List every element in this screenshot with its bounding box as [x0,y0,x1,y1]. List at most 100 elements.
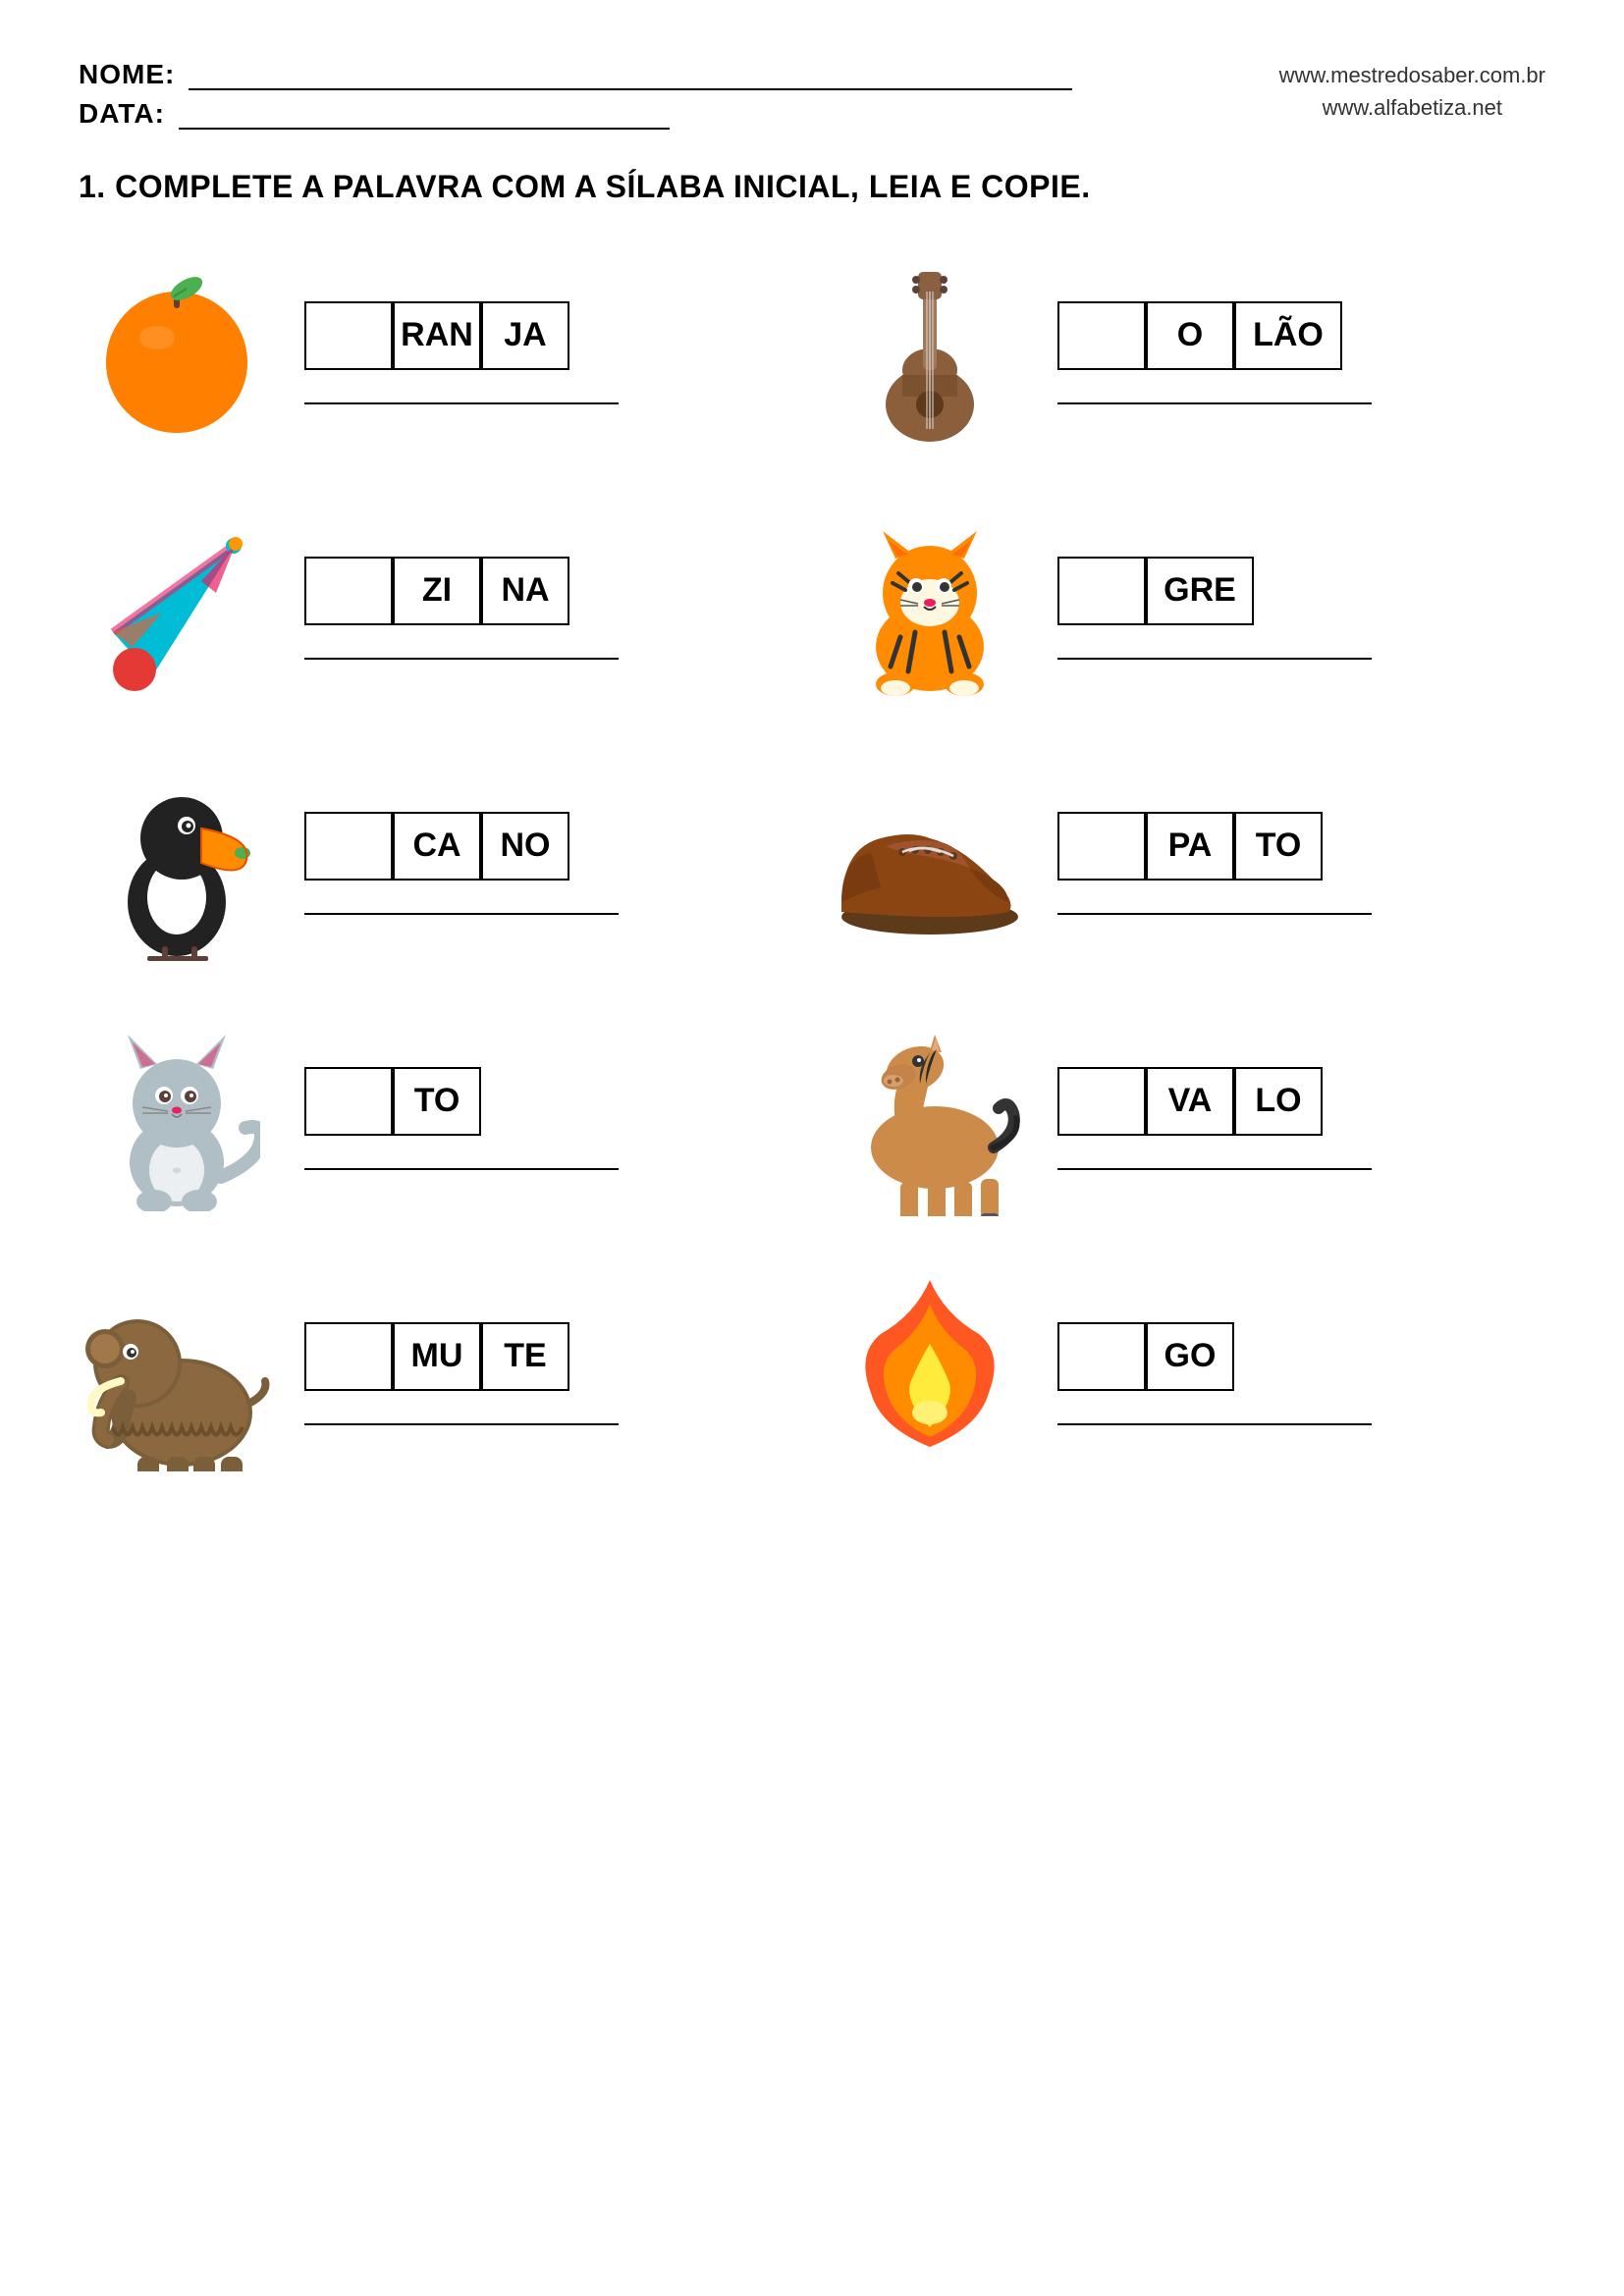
website-info: www.mestredosaber.com.br www.alfabetiza.… [1279,59,1545,124]
orange-box-empty[interactable] [304,301,393,370]
horn-box-zi: ZI [393,557,481,625]
fire-image-container [832,1275,1028,1471]
tiger-word-boxes: GRE [1057,557,1372,660]
horn-icon [93,514,260,701]
cat-copy-line [304,1150,619,1170]
nome-label: NOME: [79,59,175,89]
orange-word-boxes: RAN JA [304,301,619,404]
mammoth-box-empty[interactable] [304,1322,393,1391]
guitar-image-container [832,254,1028,451]
orange-box-ran: RAN [393,301,481,370]
tiger-box-empty[interactable] [1057,557,1146,625]
fire-box-empty[interactable] [1057,1322,1146,1391]
horn-image-container [79,509,275,706]
orange-copy-line [304,385,619,404]
guitar-box-empty[interactable] [1057,301,1146,370]
fire-boxes-row: GO [1057,1322,1372,1391]
exercise-mammoth: MU TE [79,1275,792,1471]
orange-icon [93,269,260,436]
tiger-image-container [832,509,1028,706]
shoe-boxes-row: PA TO [1057,812,1372,881]
shoe-word-boxes: PA TO [1057,812,1372,915]
horse-box-lo: LO [1234,1067,1323,1136]
data-underline [179,128,670,130]
toucan-box-empty[interactable] [304,812,393,881]
cat-image-container [79,1020,275,1216]
shoe-icon [832,789,1028,936]
cat-box-to: TO [393,1067,481,1136]
cat-boxes-row: TO [304,1067,619,1136]
mammoth-icon [83,1275,270,1471]
horse-word-boxes: VA LO [1057,1067,1372,1170]
horse-box-empty[interactable] [1057,1067,1146,1136]
horn-copy-line [304,640,619,660]
shoe-image-container [832,765,1028,961]
guitar-boxes-row: O LÃO [1057,301,1372,370]
mammoth-image-container [79,1275,275,1471]
guitar-word-boxes: O LÃO [1057,301,1372,404]
exercise-row-1: RAN JA [79,254,1545,451]
shoe-box-pa: PA [1146,812,1234,881]
toucan-icon [93,765,260,961]
mammoth-boxes-row: MU TE [304,1322,619,1391]
mammoth-copy-line [304,1406,619,1425]
exercise-tiger: GRE [832,509,1545,706]
mammoth-box-te: TE [481,1322,569,1391]
horse-icon [832,1020,1028,1216]
shoe-box-empty[interactable] [1057,812,1146,881]
website1: www.mestredosaber.com.br [1279,59,1545,91]
fire-copy-line [1057,1406,1372,1425]
guitar-copy-line [1057,385,1372,404]
shoe-box-to: TO [1234,812,1323,881]
horn-boxes-row: ZI NA [304,557,619,625]
orange-box-ja: JA [481,301,569,370]
exercise-fire: GO [832,1275,1545,1471]
exercise-horn: ZI NA [79,509,792,706]
tiger-icon [841,519,1018,696]
horse-box-va: VA [1146,1067,1234,1136]
cat-word-boxes: TO [304,1067,619,1170]
toucan-word-boxes: CA NO [304,812,619,915]
horse-boxes-row: VA LO [1057,1067,1372,1136]
data-label: DATA: [79,98,165,129]
exercise-horse: VA LO [832,1020,1545,1216]
exercise-row-4: TO [79,1020,1545,1216]
orange-image-container [79,254,275,451]
fire-icon [851,1275,1008,1471]
tiger-boxes-row: GRE [1057,557,1372,625]
toucan-box-no: NO [481,812,569,881]
guitar-box-lao: LÃO [1234,301,1342,370]
fire-box-go: GO [1146,1322,1234,1391]
cat-box-empty[interactable] [304,1067,393,1136]
mammoth-word-boxes: MU TE [304,1322,619,1425]
guitar-box-o: O [1146,301,1234,370]
shoe-copy-line [1057,895,1372,915]
instruction: 1. COMPLETE A PALAVRA COM A SÍLABA INICI… [79,169,1545,205]
exercise-toucan: CA NO [79,765,792,961]
exercise-orange: RAN JA [79,254,792,451]
toucan-copy-line [304,895,619,915]
exercise-guitar: O LÃO [832,254,1545,451]
toucan-boxes-row: CA NO [304,812,619,881]
cat-icon [93,1025,260,1211]
mammoth-box-mu: MU [393,1322,481,1391]
horn-word-boxes: ZI NA [304,557,619,660]
tiger-copy-line [1057,640,1372,660]
tiger-box-gre: GRE [1146,557,1254,625]
toucan-image-container [79,765,275,961]
horn-box-empty[interactable] [304,557,393,625]
horse-image-container [832,1020,1028,1216]
guitar-icon [851,262,1008,444]
horn-box-na: NA [481,557,569,625]
exercise-row-3: CA NO [79,765,1545,961]
exercise-cat: TO [79,1020,792,1216]
website2: www.alfabetiza.net [1279,91,1545,124]
exercise-row-2: ZI NA [79,509,1545,706]
exercise-row-5: MU TE [79,1275,1545,1471]
horse-copy-line [1057,1150,1372,1170]
toucan-box-ca: CA [393,812,481,881]
nome-underline [189,88,1072,90]
fire-word-boxes: GO [1057,1322,1372,1425]
exercise-grid: RAN JA [79,254,1545,1471]
orange-boxes-row: RAN JA [304,301,619,370]
